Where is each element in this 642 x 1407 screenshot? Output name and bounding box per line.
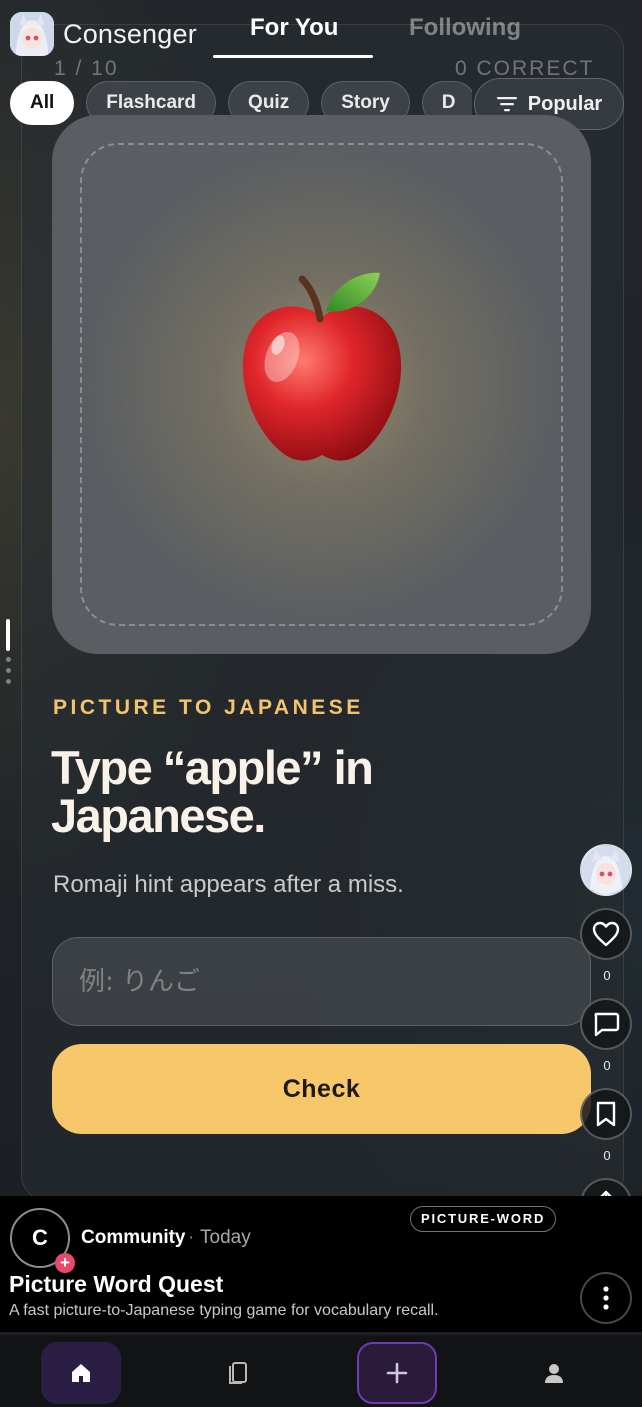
tab-for-you[interactable]: For You xyxy=(250,14,338,42)
post-info: C + Community · Today PICTURE-WORD Pictu… xyxy=(0,1196,642,1332)
bottom-nav xyxy=(0,1334,642,1407)
library-icon xyxy=(229,1362,247,1384)
save-count: 0 xyxy=(603,1148,611,1163)
more-vertical-icon xyxy=(603,1286,609,1310)
follow-plus-icon[interactable]: + xyxy=(55,1253,75,1273)
post-time: Today xyxy=(200,1227,251,1248)
comment-count: 0 xyxy=(603,1058,611,1073)
post-description: A fast picture-to-Japanese typing game f… xyxy=(9,1302,439,1319)
save-button[interactable] xyxy=(580,1088,632,1140)
brand[interactable]: Consenger xyxy=(10,12,197,56)
nav-profile[interactable] xyxy=(514,1342,594,1404)
game-type-label: PICTURE TO JAPANESE xyxy=(53,696,364,719)
more-options-button[interactable] xyxy=(580,1272,632,1324)
plus-icon xyxy=(386,1362,408,1384)
nav-library[interactable] xyxy=(198,1342,278,1404)
post-title: Picture Word Quest xyxy=(9,1271,224,1297)
answer-input[interactable] xyxy=(52,937,591,1026)
creator-avatar[interactable] xyxy=(580,844,632,896)
active-tab-indicator xyxy=(213,55,373,58)
bookmark-icon xyxy=(596,1101,616,1127)
nav-create[interactable] xyxy=(357,1342,437,1404)
picture-panel xyxy=(52,115,591,654)
heart-icon xyxy=(592,921,620,947)
app-name: Consenger xyxy=(63,18,197,49)
app-avatar xyxy=(10,12,54,56)
home-icon xyxy=(72,1364,90,1382)
game-type-badge: PICTURE-WORD xyxy=(410,1206,557,1232)
meta-separator: · xyxy=(188,1227,195,1248)
comment-button[interactable] xyxy=(580,998,632,1050)
like-button[interactable] xyxy=(580,908,632,960)
check-button[interactable]: Check xyxy=(52,1044,591,1134)
filter-icon xyxy=(496,97,517,112)
sort-label: Popular xyxy=(527,92,603,115)
tab-following[interactable]: Following xyxy=(409,14,521,42)
question-prompt: Type “apple” in Japanese. xyxy=(51,741,374,842)
feed-scroll-indicator xyxy=(6,619,11,684)
apple-icon xyxy=(242,272,402,461)
question-progress: 1 / 10 xyxy=(54,57,119,80)
hint-text: Romaji hint appears after a miss. xyxy=(53,871,404,898)
profile-icon xyxy=(545,1364,563,1383)
author-name[interactable]: Community xyxy=(81,1227,186,1249)
like-count: 0 xyxy=(603,968,611,983)
nav-home[interactable] xyxy=(41,1342,121,1404)
comment-icon xyxy=(594,1012,620,1037)
